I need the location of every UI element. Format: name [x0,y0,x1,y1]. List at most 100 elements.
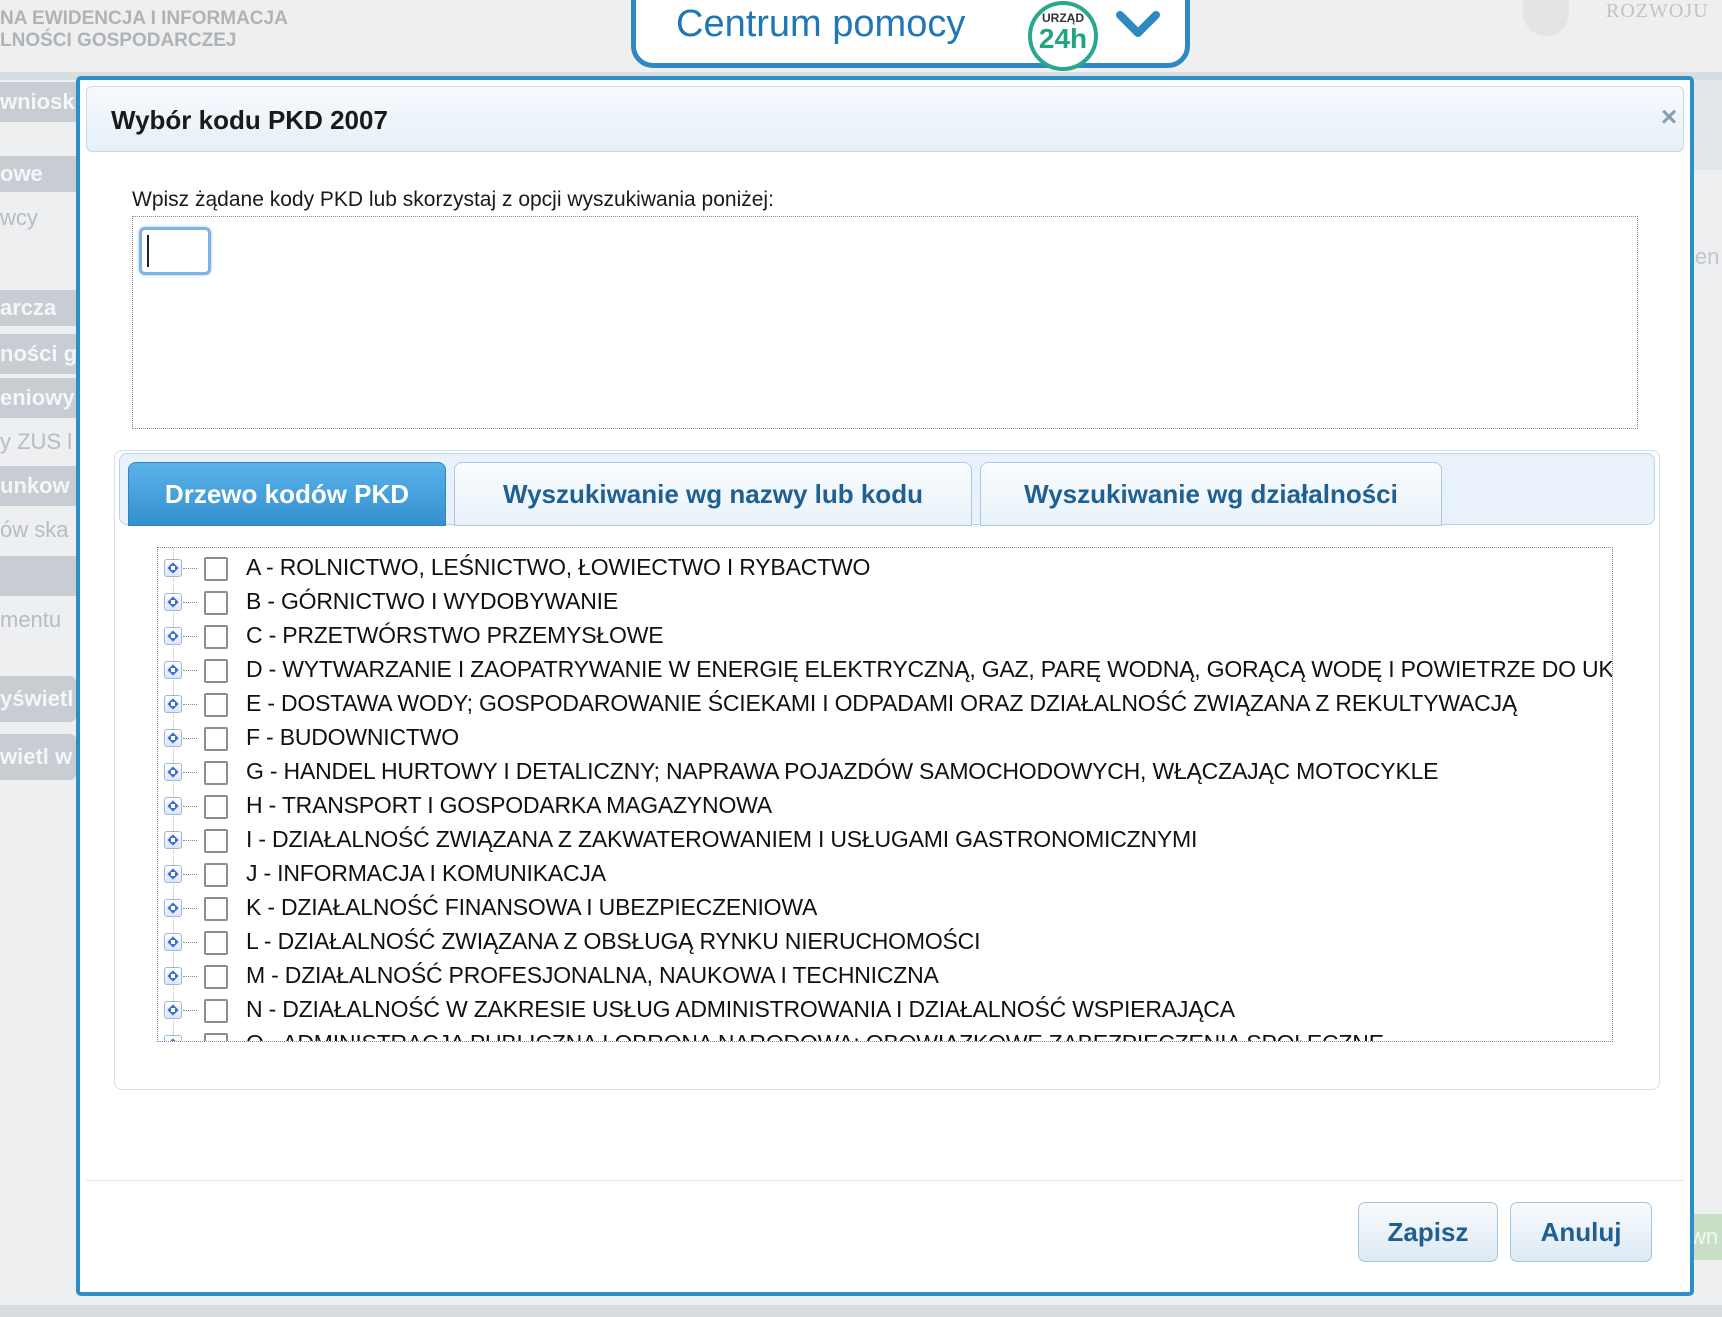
pkd-tree[interactable]: A - ROLNICTWO, LEŚNICTWO, ŁOWIECTWO I RY… [157,547,1613,1042]
tree-item-checkbox[interactable] [204,965,228,989]
chevron-down-icon[interactable] [1114,5,1162,45]
tree-item-label: O - ADMINISTRACJA PUBLICZNA I OBRONA NAR… [246,1030,1384,1041]
background-sidebar-item: eniowy [0,378,76,418]
tree-item[interactable]: E - DOSTAWA WODY; GOSPODAROWANIE ŚCIEKAM… [158,688,1612,722]
expand-plus-icon[interactable] [164,967,182,985]
tab-bar: Drzewo kodów PKD Wyszukiwanie wg nazwy l… [119,453,1655,526]
tree-item-label: H - TRANSPORT I GOSPODARKA MAGAZYNOWA [246,792,772,818]
tree-item[interactable]: O - ADMINISTRACJA PUBLICZNA I OBRONA NAR… [158,1028,1612,1041]
tree-connector [183,1010,197,1011]
expand-plus-icon[interactable] [164,899,182,917]
tree-item-checkbox[interactable] [204,931,228,955]
background-sidebar-item: y ZUS l [0,429,73,454]
tab-search-by-activity[interactable]: Wyszukiwanie wg działalności [980,462,1442,526]
tree-connector [183,908,197,909]
expand-plus-icon[interactable] [164,933,182,951]
text-caret [147,235,149,267]
tree-item-label: I - DZIAŁALNOŚĆ ZWIĄZANA Z ZAKWATEROWANI… [246,826,1198,852]
tree-item-label: E - DOSTAWA WODY; GOSPODAROWANIE ŚCIEKAM… [246,690,1518,716]
tree-item-checkbox[interactable] [204,625,228,649]
expand-plus-icon[interactable] [164,627,182,645]
tree-item[interactable]: F - BUDOWNICTWO [158,722,1612,756]
tree-item[interactable]: G - HANDEL HURTOWY I DETALICZNY; NAPRAWA… [158,756,1612,790]
tree-item[interactable]: M - DZIAŁALNOŚĆ PROFESJONALNA, NAUKOWA I… [158,960,1612,994]
pkd-dialog: Wybór kodu PKD 2007 × Wpisz żądane kody … [76,76,1694,1296]
tab-pkd-tree[interactable]: Drzewo kodów PKD [128,462,446,526]
tree-item-checkbox[interactable] [204,829,228,853]
tree-item-label: G - HANDEL HURTOWY I DETALICZNY; NAPRAWA… [246,758,1439,784]
tree-connector [183,568,197,569]
tree-item-checkbox[interactable] [204,795,228,819]
tree-item-label: N - DZIAŁALNOŚĆ W ZAKRESIE USŁUG ADMINIS… [246,996,1235,1022]
footer-divider [86,1180,1684,1181]
tree-item-checkbox[interactable] [204,693,228,717]
expand-plus-icon[interactable] [164,831,182,849]
tree-item-checkbox[interactable] [204,591,228,615]
expand-plus-icon[interactable] [164,661,182,679]
background-sidebar-button: wietl w [0,734,76,780]
emblem-logo [1523,0,1569,36]
background-ministry-name: ROZWOJU [1606,0,1709,22]
tree-connector [183,772,197,773]
tree-item-label: K - DZIAŁALNOŚĆ FINANSOWA I UBEZPIECZENI… [246,894,818,920]
background-right-button: wn [1690,1214,1722,1260]
close-icon[interactable]: × [1655,103,1683,131]
tree-item-label: L - DZIAŁALNOŚĆ ZWIĄZANA Z OBSŁUGĄ RYNKU… [246,928,981,954]
tree-item[interactable]: B - GÓRNICTWO I WYDOBYWANIE [158,586,1612,620]
expand-plus-icon[interactable] [164,593,182,611]
background-sidebar-item: wniosk [0,82,76,122]
tree-item-checkbox[interactable] [204,999,228,1023]
expand-plus-icon[interactable] [164,1001,182,1019]
background-sidebar-item: ności g [0,334,76,374]
tree-item[interactable]: K - DZIAŁALNOŚĆ FINANSOWA I UBEZPIECZENI… [158,892,1612,926]
tree-item-checkbox[interactable] [204,1033,228,1041]
expand-plus-icon[interactable] [164,797,182,815]
tree-connector [183,602,197,603]
tree-connector [183,840,197,841]
tree-item[interactable]: D - WYTWARZANIE I ZAOPATRYWANIE W ENERGI… [158,654,1613,688]
tree-item[interactable]: N - DZIAŁALNOŚĆ W ZAKRESIE USŁUG ADMINIS… [158,994,1612,1028]
background-right-text: ien [1690,244,1720,269]
tree-connector [183,738,197,739]
search-tabs-panel: Drzewo kodów PKD Wyszukiwanie wg nazwy l… [114,450,1660,1090]
tree-item-checkbox[interactable] [204,557,228,581]
background-sidebar-item: owe [0,156,76,192]
tree-item-checkbox[interactable] [204,897,228,921]
tree-item-checkbox[interactable] [204,659,228,683]
expand-plus-icon[interactable] [164,729,182,747]
pkd-code-input[interactable] [139,227,211,275]
background-bottom-strip [0,1305,1722,1317]
background-sidebar-item [0,556,76,596]
save-button[interactable]: Zapisz [1358,1202,1498,1262]
dialog-titlebar: Wybór kodu PKD 2007 × [86,86,1684,152]
tab-search-by-name[interactable]: Wyszukiwanie wg nazwy lub kodu [454,462,972,526]
tree-item[interactable]: H - TRANSPORT I GOSPODARKA MAGAZYNOWA [158,790,1612,824]
background-sidebar-item: mentu [0,607,62,632]
tree-item[interactable]: I - DZIAŁALNOŚĆ ZWIĄZANA Z ZAKWATEROWANI… [158,824,1612,858]
help-center-widget[interactable]: Centrum pomocy URZĄD 24h [631,0,1190,71]
tree-item[interactable]: A - ROLNICTWO, LEŚNICTWO, ŁOWIECTWO I RY… [158,552,1612,586]
tree-item-label: B - GÓRNICTWO I WYDOBYWANIE [246,588,618,614]
expand-plus-icon[interactable] [164,865,182,883]
tree-item-label: C - PRZETWÓRSTWO PRZEMYSŁOWE [246,622,664,648]
dialog-title: Wybór kodu PKD 2007 [111,105,388,135]
background-sidebar-item: arcza [0,290,76,326]
tree-item-checkbox[interactable] [204,761,228,785]
tree-connector [183,806,197,807]
expand-plus-icon[interactable] [164,695,182,713]
tree-item-checkbox[interactable] [204,727,228,751]
tree-item-checkbox[interactable] [204,863,228,887]
tree-item[interactable]: L - DZIAŁALNOŚĆ ZWIĄZANA Z OBSŁUGĄ RYNKU… [158,926,1612,960]
tree-item-label: D - WYTWARZANIE I ZAOPATRYWANIE W ENERGI… [246,656,1613,682]
expand-plus-icon[interactable] [164,1035,182,1041]
tree-item[interactable]: C - PRZETWÓRSTWO PRZEMYSŁOWE [158,620,1612,654]
tree-item[interactable]: J - INFORMACJA I KOMUNIKACJA [158,858,1612,892]
help-center-label: Centrum pomocy [676,3,966,45]
expand-plus-icon[interactable] [164,559,182,577]
codes-input-area[interactable] [132,216,1638,429]
expand-plus-icon[interactable] [164,763,182,781]
badge-main-text: 24h [1038,23,1088,54]
background-header-title: NA EWIDENCJA I INFORMACJA LNOŚCI GOSPODA… [0,8,288,51]
tree-item-label: J - INFORMACJA I KOMUNIKACJA [246,860,606,886]
cancel-button[interactable]: Anuluj [1510,1202,1652,1262]
